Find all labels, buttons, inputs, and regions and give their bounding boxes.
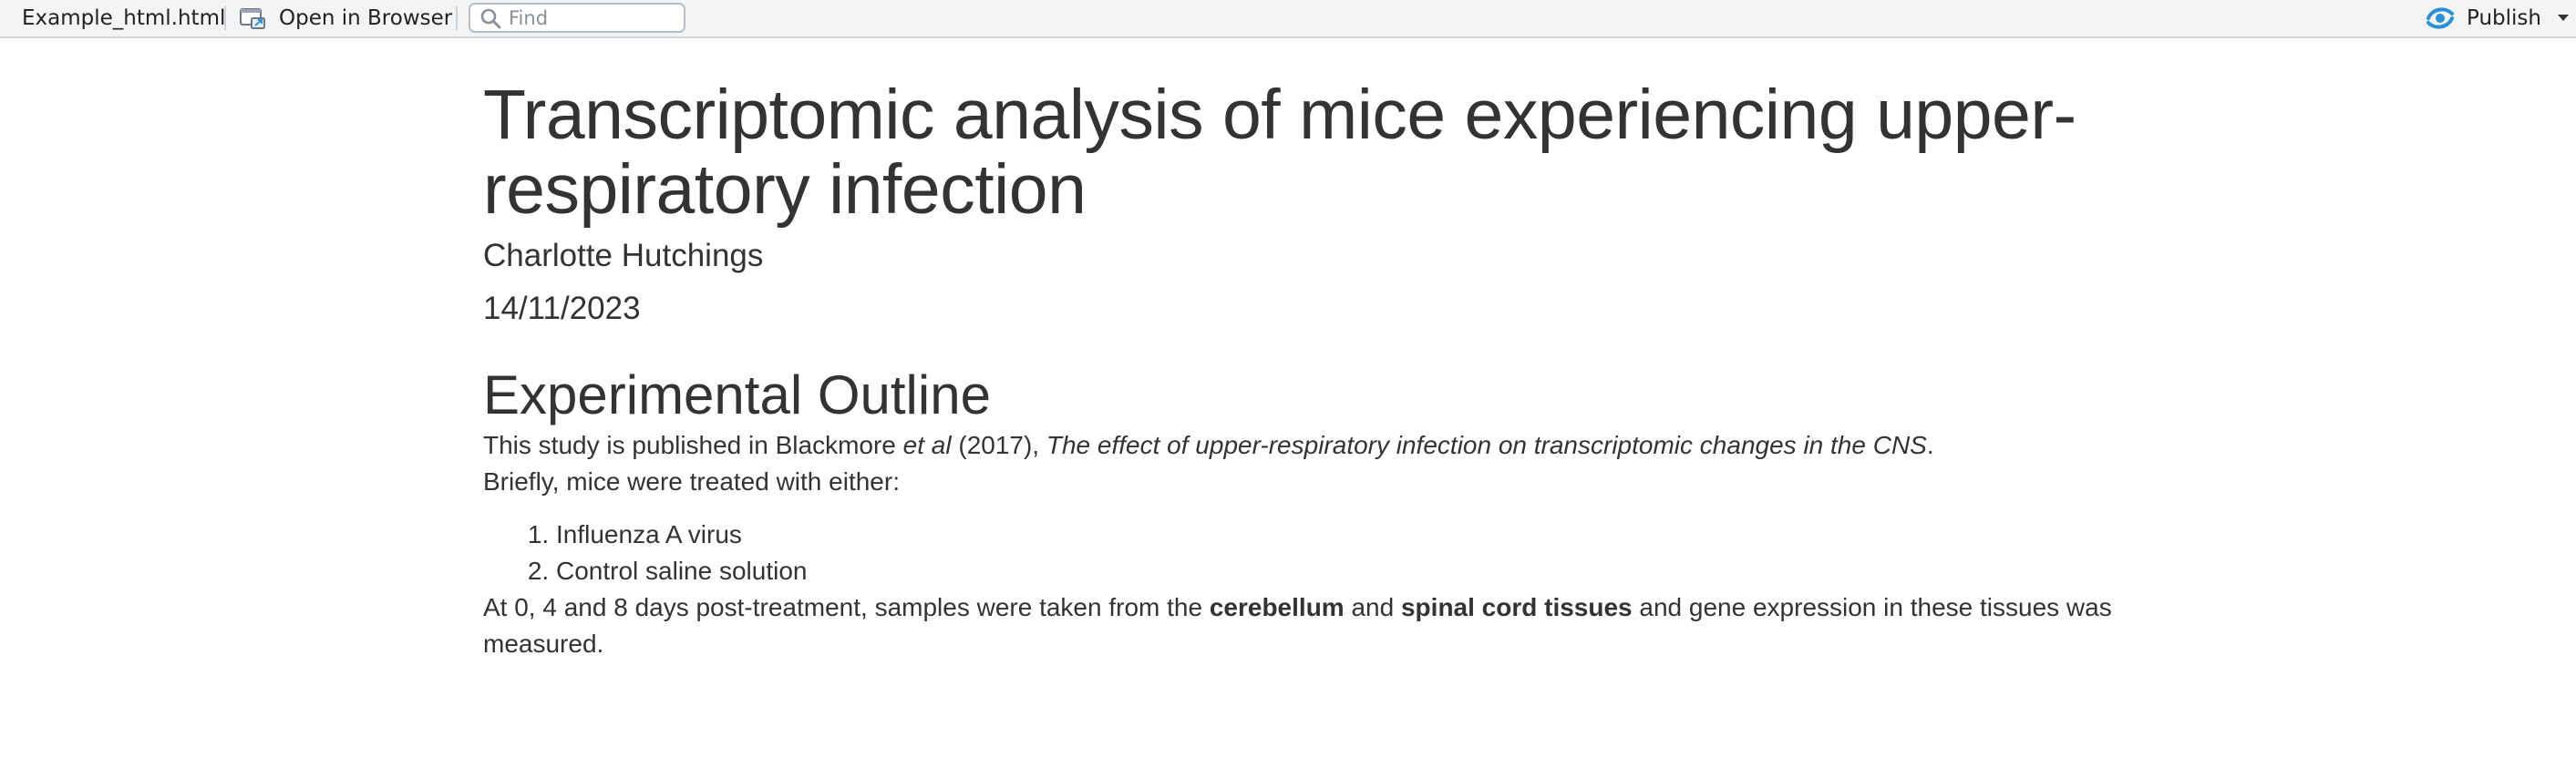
paragraph-intro: Briefly, mice were treated with either: <box>483 467 900 496</box>
paragraph-sampling: At 0, 4 and 8 days post-treatment, sampl… <box>483 589 2142 662</box>
publish-icon <box>2427 7 2454 29</box>
section-heading: Experimental Outline <box>483 364 991 425</box>
open-in-browser-label: Open in Browser <box>279 6 453 30</box>
toolbar-divider <box>224 6 226 30</box>
file-name-label: Example_html.html <box>22 6 226 30</box>
caret-down-icon <box>2557 15 2569 21</box>
toolbar-divider <box>456 6 458 30</box>
publish-button[interactable]: Publish <box>2425 0 2569 36</box>
text-run: (2017), <box>951 431 1046 459</box>
date: 14/11/2023 <box>483 291 641 326</box>
italic-run: The effect of upper-respiratory infectio… <box>1046 431 1927 459</box>
italic-run: et al <box>902 431 952 459</box>
find-input[interactable] <box>509 6 664 29</box>
treatment-list: Influenza A virus Control saline solutio… <box>483 517 2142 589</box>
document-body: Transcriptomic analysis of mice experien… <box>483 38 2142 662</box>
find-field[interactable] <box>469 3 685 33</box>
list-item: Control saline solution <box>556 553 2142 589</box>
paragraph-publication: This study is published in Blackmore et … <box>483 427 2142 464</box>
text-run: and <box>1344 593 1401 621</box>
text-run: This study is published in Blackmore <box>483 431 903 459</box>
publish-label: Publish <box>2467 6 2541 30</box>
text-run: At 0, 4 and 8 days post-treatment, sampl… <box>483 593 1210 621</box>
browser-window-icon <box>240 8 265 29</box>
bold-run: cerebellum <box>1209 593 1345 621</box>
viewer-toolbar: Example_html.html Open in Browser Publis… <box>0 0 2576 38</box>
author: Charlotte Hutchings <box>483 238 764 273</box>
text-run: . <box>1926 431 1934 459</box>
list-item: Influenza A virus <box>556 517 2142 553</box>
bold-run: spinal cord tissues <box>1400 593 1633 621</box>
page-title: Transcriptomic analysis of mice experien… <box>483 76 2076 229</box>
open-in-browser-button[interactable]: Open in Browser <box>239 0 452 36</box>
search-icon <box>480 8 501 28</box>
